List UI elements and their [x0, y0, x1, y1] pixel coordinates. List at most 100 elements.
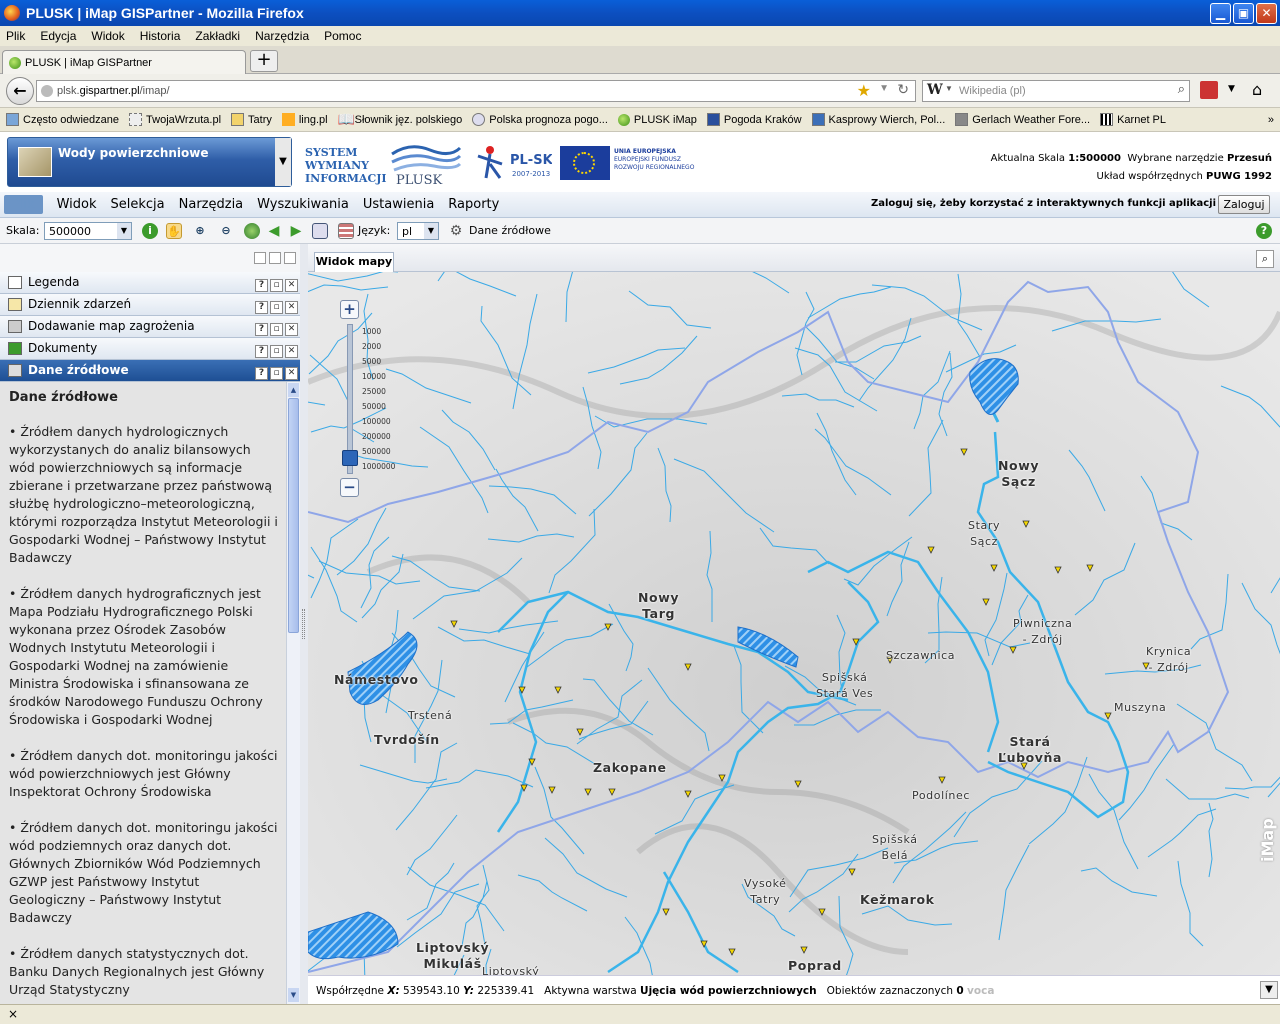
appmenu-widok[interactable]: Widok: [57, 197, 97, 212]
expand-icon[interactable]: [269, 252, 281, 264]
close-icon[interactable]: ✕: [285, 367, 298, 380]
zoom-level-label[interactable]: 1000000: [362, 462, 395, 471]
scroll-up-icon[interactable]: ▲: [288, 383, 299, 397]
scroll-down-icon[interactable]: ▼: [288, 988, 299, 1002]
full-extent-icon[interactable]: [244, 223, 260, 239]
bookmark-item[interactable]: Gerlach Weather Fore...: [955, 113, 1090, 126]
menu-help[interactable]: Pomoc: [318, 29, 367, 43]
help-icon[interactable]: ?: [255, 279, 268, 292]
bookmark-star-icon[interactable]: ★: [857, 81, 871, 101]
close-icon[interactable]: ✕: [285, 345, 298, 358]
bookmark-item[interactable]: Karnet PL: [1100, 113, 1166, 126]
close-icon[interactable]: ✕: [285, 279, 298, 292]
help-icon[interactable]: ?: [255, 345, 268, 358]
bookmarks-overflow-icon[interactable]: »: [1268, 114, 1274, 126]
home-icon[interactable]: ⌂: [1252, 80, 1262, 99]
zoom-level-label[interactable]: 50000: [362, 402, 386, 411]
panel-legend[interactable]: Legenda? ▫ ✕: [0, 272, 300, 294]
content-scrollbar[interactable]: ▲ ▼: [286, 382, 300, 1004]
window-zoom-icon[interactable]: [312, 223, 328, 239]
next-extent-icon[interactable]: ▶: [288, 223, 304, 239]
panel-add-hazard-maps[interactable]: Dodawanie map zagrożenia? ▫ ✕: [0, 316, 300, 338]
menu-tools[interactable]: Narzędzia: [249, 29, 315, 43]
browser-statusbar[interactable]: ×: [0, 1004, 1280, 1024]
menu-view[interactable]: Widok: [85, 29, 130, 43]
help-icon[interactable]: ?: [255, 323, 268, 336]
bookmark-item[interactable]: Polska prognoza pogo...: [472, 113, 608, 126]
search-input[interactable]: W ▼ Wikipedia (pl) ⌕: [922, 80, 1190, 102]
bookmark-item[interactable]: Pogoda Kraków: [706, 113, 802, 126]
bookmark-item[interactable]: Tatry: [231, 113, 272, 126]
new-tab-button[interactable]: +: [250, 50, 278, 72]
login-button[interactable]: Zaloguj: [1218, 195, 1270, 214]
previous-extent-icon[interactable]: ◀: [266, 223, 282, 239]
statusbar-expand-icon[interactable]: ▼: [1260, 981, 1278, 999]
menu-bookmarks[interactable]: Zakładki: [189, 29, 246, 43]
bookmark-item[interactable]: 📖 Słownik jęz. polskiego: [338, 112, 463, 126]
bookmark-item[interactable]: ling.pl: [281, 113, 328, 126]
search-icon[interactable]: ⌕: [1178, 81, 1185, 97]
bookmark-item[interactable]: Często odwiedzane: [6, 113, 119, 126]
close-icon[interactable]: ✕: [285, 323, 298, 336]
info-icon[interactable]: i: [142, 223, 158, 239]
help-icon[interactable]: ?: [255, 301, 268, 314]
menu-history[interactable]: Historia: [134, 29, 187, 43]
table-icon[interactable]: [338, 223, 354, 239]
appmenu-plik[interactable]: Plik: [4, 195, 43, 214]
panel-event-log[interactable]: Dziennik zdarzeń? ▫ ✕: [0, 294, 300, 316]
panel-documents[interactable]: Dokumenty? ▫ ✕: [0, 338, 300, 360]
language-select[interactable]: pl ▼: [397, 222, 439, 240]
panel-source-data[interactable]: Dane źródłowe? ▫ ✕: [0, 360, 300, 382]
reload-icon[interactable]: ↻: [897, 81, 909, 98]
map-canvas[interactable]: + − 1000 2000 5000 10000 25000 50000 100…: [308, 272, 1280, 975]
appmenu-raporty[interactable]: Raporty: [448, 197, 499, 212]
layer-selector[interactable]: Wody powierzchniowe ▼: [7, 137, 292, 187]
map-search-icon[interactable]: ⌕: [1256, 250, 1274, 268]
zoom-plus-button[interactable]: +: [340, 300, 359, 319]
zoom-in-icon[interactable]: ⊕: [192, 223, 208, 239]
help-icon[interactable]: ?: [1256, 223, 1272, 239]
zoom-level-label[interactable]: 25000: [362, 387, 386, 396]
close-icon[interactable]: ✕: [285, 301, 298, 314]
zoom-level-label[interactable]: 500000: [362, 447, 391, 456]
address-bar[interactable]: plsk.gispartner.pl/imap/ ★ ▼ ↻: [36, 80, 916, 102]
zoom-level-label[interactable]: 5000: [362, 357, 381, 366]
tab-map-view[interactable]: Widok mapy: [314, 252, 394, 272]
bookmark-item[interactable]: TwojaWrzuta.pl: [129, 113, 221, 126]
bookmark-item[interactable]: Kasprowy Wierch, Pol...: [811, 113, 945, 126]
appmenu-ustawienia[interactable]: Ustawienia: [363, 197, 434, 212]
menu-file[interactable]: Plik: [0, 29, 31, 43]
zoom-level-label[interactable]: 2000: [362, 342, 381, 351]
pan-hand-icon[interactable]: ✋: [166, 223, 182, 239]
collapse-icon[interactable]: [254, 252, 266, 264]
zoom-level-label[interactable]: 200000: [362, 432, 391, 441]
close-window-button[interactable]: ✕: [1256, 3, 1277, 24]
addon-dropdown-icon[interactable]: ▼: [1228, 84, 1235, 94]
scroll-thumb[interactable]: [288, 398, 299, 633]
scale-select[interactable]: 500000 ▼: [44, 222, 132, 240]
zoom-slider-thumb[interactable]: [342, 450, 358, 466]
window-icon[interactable]: ▫: [270, 279, 283, 292]
gear-icon[interactable]: ⚙: [448, 223, 464, 239]
minimize-button[interactable]: ▁: [1210, 3, 1231, 24]
back-button[interactable]: ←: [6, 77, 34, 105]
window-icon[interactable]: ▫: [270, 301, 283, 314]
zoom-out-icon[interactable]: ⊖: [218, 223, 234, 239]
url-dropdown-icon[interactable]: ▼: [879, 83, 889, 94]
help-icon[interactable]: ?: [255, 367, 268, 380]
zoom-level-label[interactable]: 100000: [362, 417, 391, 426]
panel-splitter[interactable]: [300, 244, 308, 1004]
window-icon[interactable]: ▫: [270, 367, 283, 380]
window-icon[interactable]: ▫: [270, 345, 283, 358]
window-icon[interactable]: ▫: [270, 323, 283, 336]
appmenu-wyszukiwania[interactable]: Wyszukiwania: [257, 197, 349, 212]
search-engine-dropdown-icon[interactable]: ▼: [945, 84, 953, 93]
zoom-minus-button[interactable]: −: [340, 478, 359, 497]
menu-edit[interactable]: Edycja: [34, 29, 82, 43]
zoom-level-label[interactable]: 10000: [362, 372, 386, 381]
source-data-link[interactable]: Dane źródłowe: [469, 224, 551, 237]
zoom-level-label[interactable]: 1000: [362, 327, 381, 336]
chevron-down-icon[interactable]: ▼: [275, 138, 291, 186]
pdf-addon-icon[interactable]: [1200, 81, 1218, 99]
appmenu-selekcja[interactable]: Selekcja: [111, 197, 165, 212]
